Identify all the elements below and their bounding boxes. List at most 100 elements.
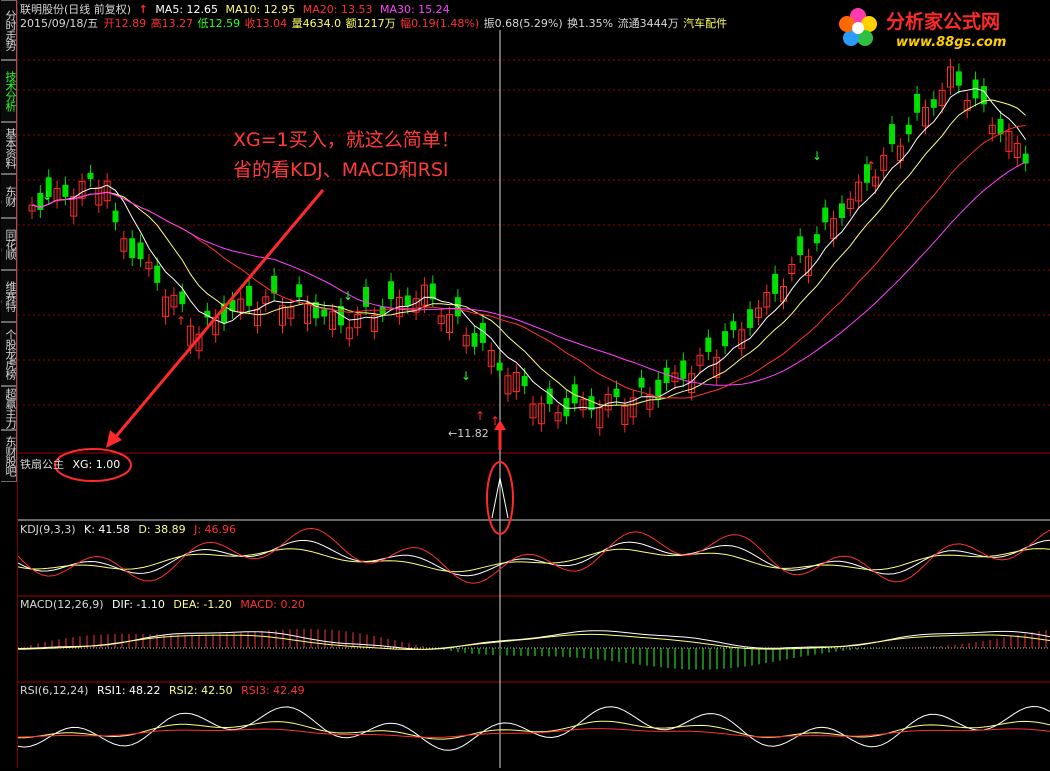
candle-body-down [638,377,645,388]
candle-body-down [797,236,804,255]
macd-dif-value: DIF: -1.10 [112,598,165,611]
sell-marker-icon: ↓ [461,369,471,383]
sidebar-tab-8[interactable]: 东财股吧 [1,430,17,482]
buy-marker-icon: ↑ [475,409,485,423]
candle-body-down [705,337,712,352]
candle-body-down [955,71,962,86]
candle-body-down [838,203,845,218]
ma30-line [31,161,1026,386]
candle-body-down [613,388,620,398]
header-line-2: 2015/09/18/五 开12.89 高13.27 低12.59 收13.04… [20,15,731,31]
sell-marker-icon: ↓ [343,289,353,303]
sidebar-tab-5[interactable]: 维赛特10 [1,270,17,322]
candle-body-down [87,172,94,180]
candle-body-down [296,284,303,298]
quote-open: 开12.89 [103,17,147,30]
xg-panel-label: 铁扇公主 XG: 1.00 [20,456,125,472]
quote-amplitude: 振0.68(5.29%) [483,17,563,30]
xg-value: XG: 1.00 [72,458,121,471]
chart-canvas[interactable]: ↑ ↑ ↑ ↑ ↓ ↓ ↓ ↓ [17,0,1050,768]
sidebar-tab-7[interactable]: 超赢主力 [1,386,17,430]
candle-body-down [1022,153,1029,164]
logo-title: 分析家公式网 [886,10,1000,33]
candle-body-down [813,234,820,244]
candle-body-down [747,309,754,328]
sidebar-tab-6[interactable]: 个股龙虎榜 [1,322,17,386]
kdj-indicator-name[interactable]: KDJ(9,3,3) [20,523,76,536]
candle-body-down [246,285,253,306]
sell-marker-icon: ↓ [42,189,52,203]
candle-body-down [129,238,136,258]
sidebar-tab-0[interactable]: 分时走势 [1,0,17,60]
sidebar-tab-3[interactable]: 东财10 [1,174,17,218]
quote-change: 幅0.19(1.48%) [400,17,480,30]
price-min-label: ←11.82 [448,427,489,440]
candle-body-down [62,184,69,197]
candle-body-down [822,207,829,223]
kdj-j-line [17,527,1050,584]
buy-marker-icon: ↑ [866,159,876,173]
quote-date: 2015/09/18/五 [20,17,99,30]
candle-body-down [388,281,395,300]
price-min-arrow: ← [448,427,458,440]
quote-volume: 量4634.0 [291,17,342,30]
quote-industry: 汽车配件 [683,17,728,30]
quote-amount: 额1217万 [345,17,396,30]
macd-indicator-name[interactable]: MACD(12,26,9) [20,598,104,611]
candle-body-down [179,291,186,305]
macd-panel-label: MACD(12,26,9) DIF: -1.10 DEA: -1.20 MACD… [20,598,310,611]
rsi3-value: RSI3: 42.49 [241,684,305,697]
candle-body-down [321,309,328,317]
rsi1-line [17,705,1050,751]
buy-marker-icon: ↑ [490,414,500,428]
candle-body-down [889,124,896,145]
price-min-value: 11.82 [457,427,489,440]
macd-dea-line [17,633,1050,650]
candle-body-down [772,273,779,294]
candle-body-down [496,362,503,371]
rsi-panel-label: RSI(6,12,24) RSI1: 48.22 RSI2: 42.50 RSI… [20,684,310,697]
annotation-text: XG=1买入，就这么简单！ 省的看KDJ、MACD和RSI [233,125,460,185]
candle-body-down [930,99,937,108]
xg-indicator-name[interactable]: 铁扇公主 [20,458,64,471]
kdj-k-value: K: 41.58 [84,523,130,536]
quote-turnover: 换1.35% [567,17,614,30]
candle-body-down [112,210,119,223]
candle-body-down [680,360,687,379]
candle-body-down [363,286,369,307]
candle-body-down [137,242,144,260]
macd-dea-value: DEA: -1.20 [173,598,232,611]
quote-low: 低12.59 [197,17,241,30]
sidebar-tab-1[interactable]: 技术分析 [1,60,17,122]
macd-value: MACD: 0.20 [240,598,305,611]
candle-body-down [521,375,528,387]
quote-float: 流通3444万 [617,17,679,30]
quote-close: 收13.04 [244,17,288,30]
candle-body-down [914,93,921,113]
candle-body-down [154,265,161,283]
macd-dif-line [17,630,1050,650]
candle-body-down [404,295,411,307]
sell-marker-icon: ↓ [812,149,822,163]
kdj-panel-label: KDJ(9,3,3) K: 41.58 D: 38.89 J: 46.96 [20,523,241,536]
sidebar: 分时走势技术分析基本资料东财10同花顺10维赛特10个股龙虎榜超赢主力东财股吧 [0,0,18,768]
annotation-line-2: 省的看KDJ、MACD和RSI [233,159,449,181]
buy-marker-icon: ↑ [176,314,186,328]
chart-area[interactable]: ↑ ↑ ↑ ↑ ↓ ↓ ↓ ↓ 联明股份(日线 前复权) ↑ MA5: 12.65 MA10:… [17,0,1050,768]
candle-body-down [997,118,1004,135]
sidebar-tab-2[interactable]: 基本资料 [1,122,17,174]
quote-high: 高13.27 [150,17,194,30]
kdj-j-value: J: 46.96 [194,523,237,536]
sidebar-tab-4[interactable]: 同花顺10 [1,218,17,270]
kdj-d-value: D: 38.89 [138,523,186,536]
candle-body-down [722,331,729,347]
rsi1-value: RSI1: 48.22 [96,684,161,697]
candle-body-down [730,321,737,331]
candle-body-down [471,333,478,347]
logo-url: www.88gs.com [896,35,1006,50]
rsi2-value: RSI2: 42.50 [169,684,233,697]
site-logo: 分析家公式网 www.88gs.com [834,4,1044,52]
rsi-indicator-name[interactable]: RSI(6,12,24) [20,684,88,697]
annotation-line-1: XG=1买入，就这么简单！ [233,129,460,151]
flower-logo-icon: 分析家公式网 www.88gs.com [839,8,1006,50]
